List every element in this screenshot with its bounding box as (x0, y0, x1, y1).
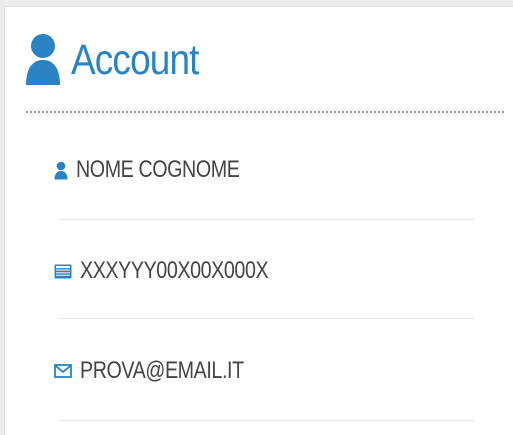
account-field-email: PROVA@EMAIL.IT (54, 350, 280, 392)
user-icon (26, 34, 60, 85)
account-field-fiscal-code: XXXYYY00X00X000X (54, 250, 310, 292)
field-divider (59, 318, 475, 319)
envelope-icon (54, 364, 72, 378)
account-header: Account (24, 30, 219, 90)
account-field-name: NOME COGNOME (54, 149, 275, 191)
account-name-value: NOME COGNOME (76, 156, 240, 183)
user-icon (54, 161, 68, 179)
account-panel: Account NOME COGNOME XXXYYY00X00X000X PR… (4, 6, 513, 435)
field-divider (59, 420, 475, 421)
account-title: Account (71, 35, 199, 84)
header-divider (26, 111, 504, 113)
account-email-value: PROVA@EMAIL.IT (80, 357, 244, 384)
field-divider (59, 219, 475, 220)
account-fiscal-code-value: XXXYYY00X00X000X (80, 257, 269, 284)
id-card-icon (54, 264, 72, 278)
